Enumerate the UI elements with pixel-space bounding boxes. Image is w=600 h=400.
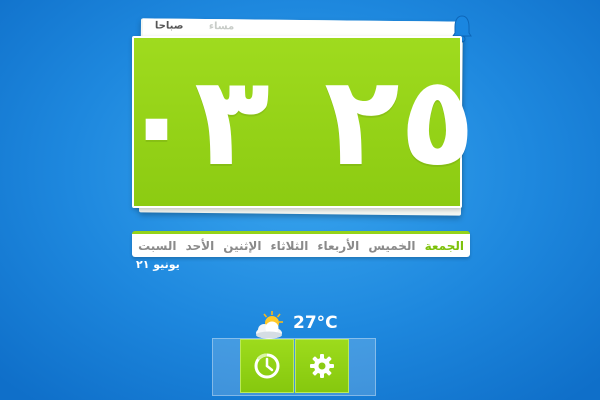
gear-icon <box>310 354 334 378</box>
day-item[interactable]: الأحد <box>186 239 215 253</box>
partly-cloudy-icon <box>256 311 283 339</box>
day-item[interactable]: الثلاثاء <box>271 239 309 253</box>
day-item[interactable]: السبت <box>138 239 176 253</box>
days-bar: السبت الأحد الإثنين الثلاثاء الأربعاء الخميس ا… <box>132 231 470 257</box>
date-label: يونيو ٢١ <box>136 258 180 271</box>
clock-card: صباحا مساء ٠٣ ٢٥ <box>119 14 476 216</box>
day-item[interactable]: الجمعة <box>425 239 464 253</box>
stopwatch-icon <box>254 353 280 379</box>
stopwatch-button[interactable] <box>240 339 294 393</box>
day-item[interactable]: الأربعاء <box>317 239 359 253</box>
days-list: السبت الأحد الإثنين الثلاثاء الأربعاء الخميس ا… <box>132 234 470 257</box>
tab-am[interactable]: صباحا <box>155 20 184 31</box>
day-item[interactable]: الخميس <box>368 239 415 253</box>
day-item[interactable]: الإثنين <box>223 239 261 253</box>
time-panel: ٠٣ ٢٥ <box>119 36 476 208</box>
weather-widget[interactable]: 27°C <box>252 309 352 341</box>
tab-pm[interactable]: مساء <box>209 21 234 32</box>
settings-button[interactable] <box>295 339 349 393</box>
bottom-toolbar <box>212 338 376 396</box>
hours-digits: ٢٥ <box>324 50 476 194</box>
temperature-text: 27°C <box>293 313 338 333</box>
minutes-digits: ٠٣ <box>118 50 270 194</box>
time-display: ٠٣ ٢٥ <box>119 38 476 206</box>
